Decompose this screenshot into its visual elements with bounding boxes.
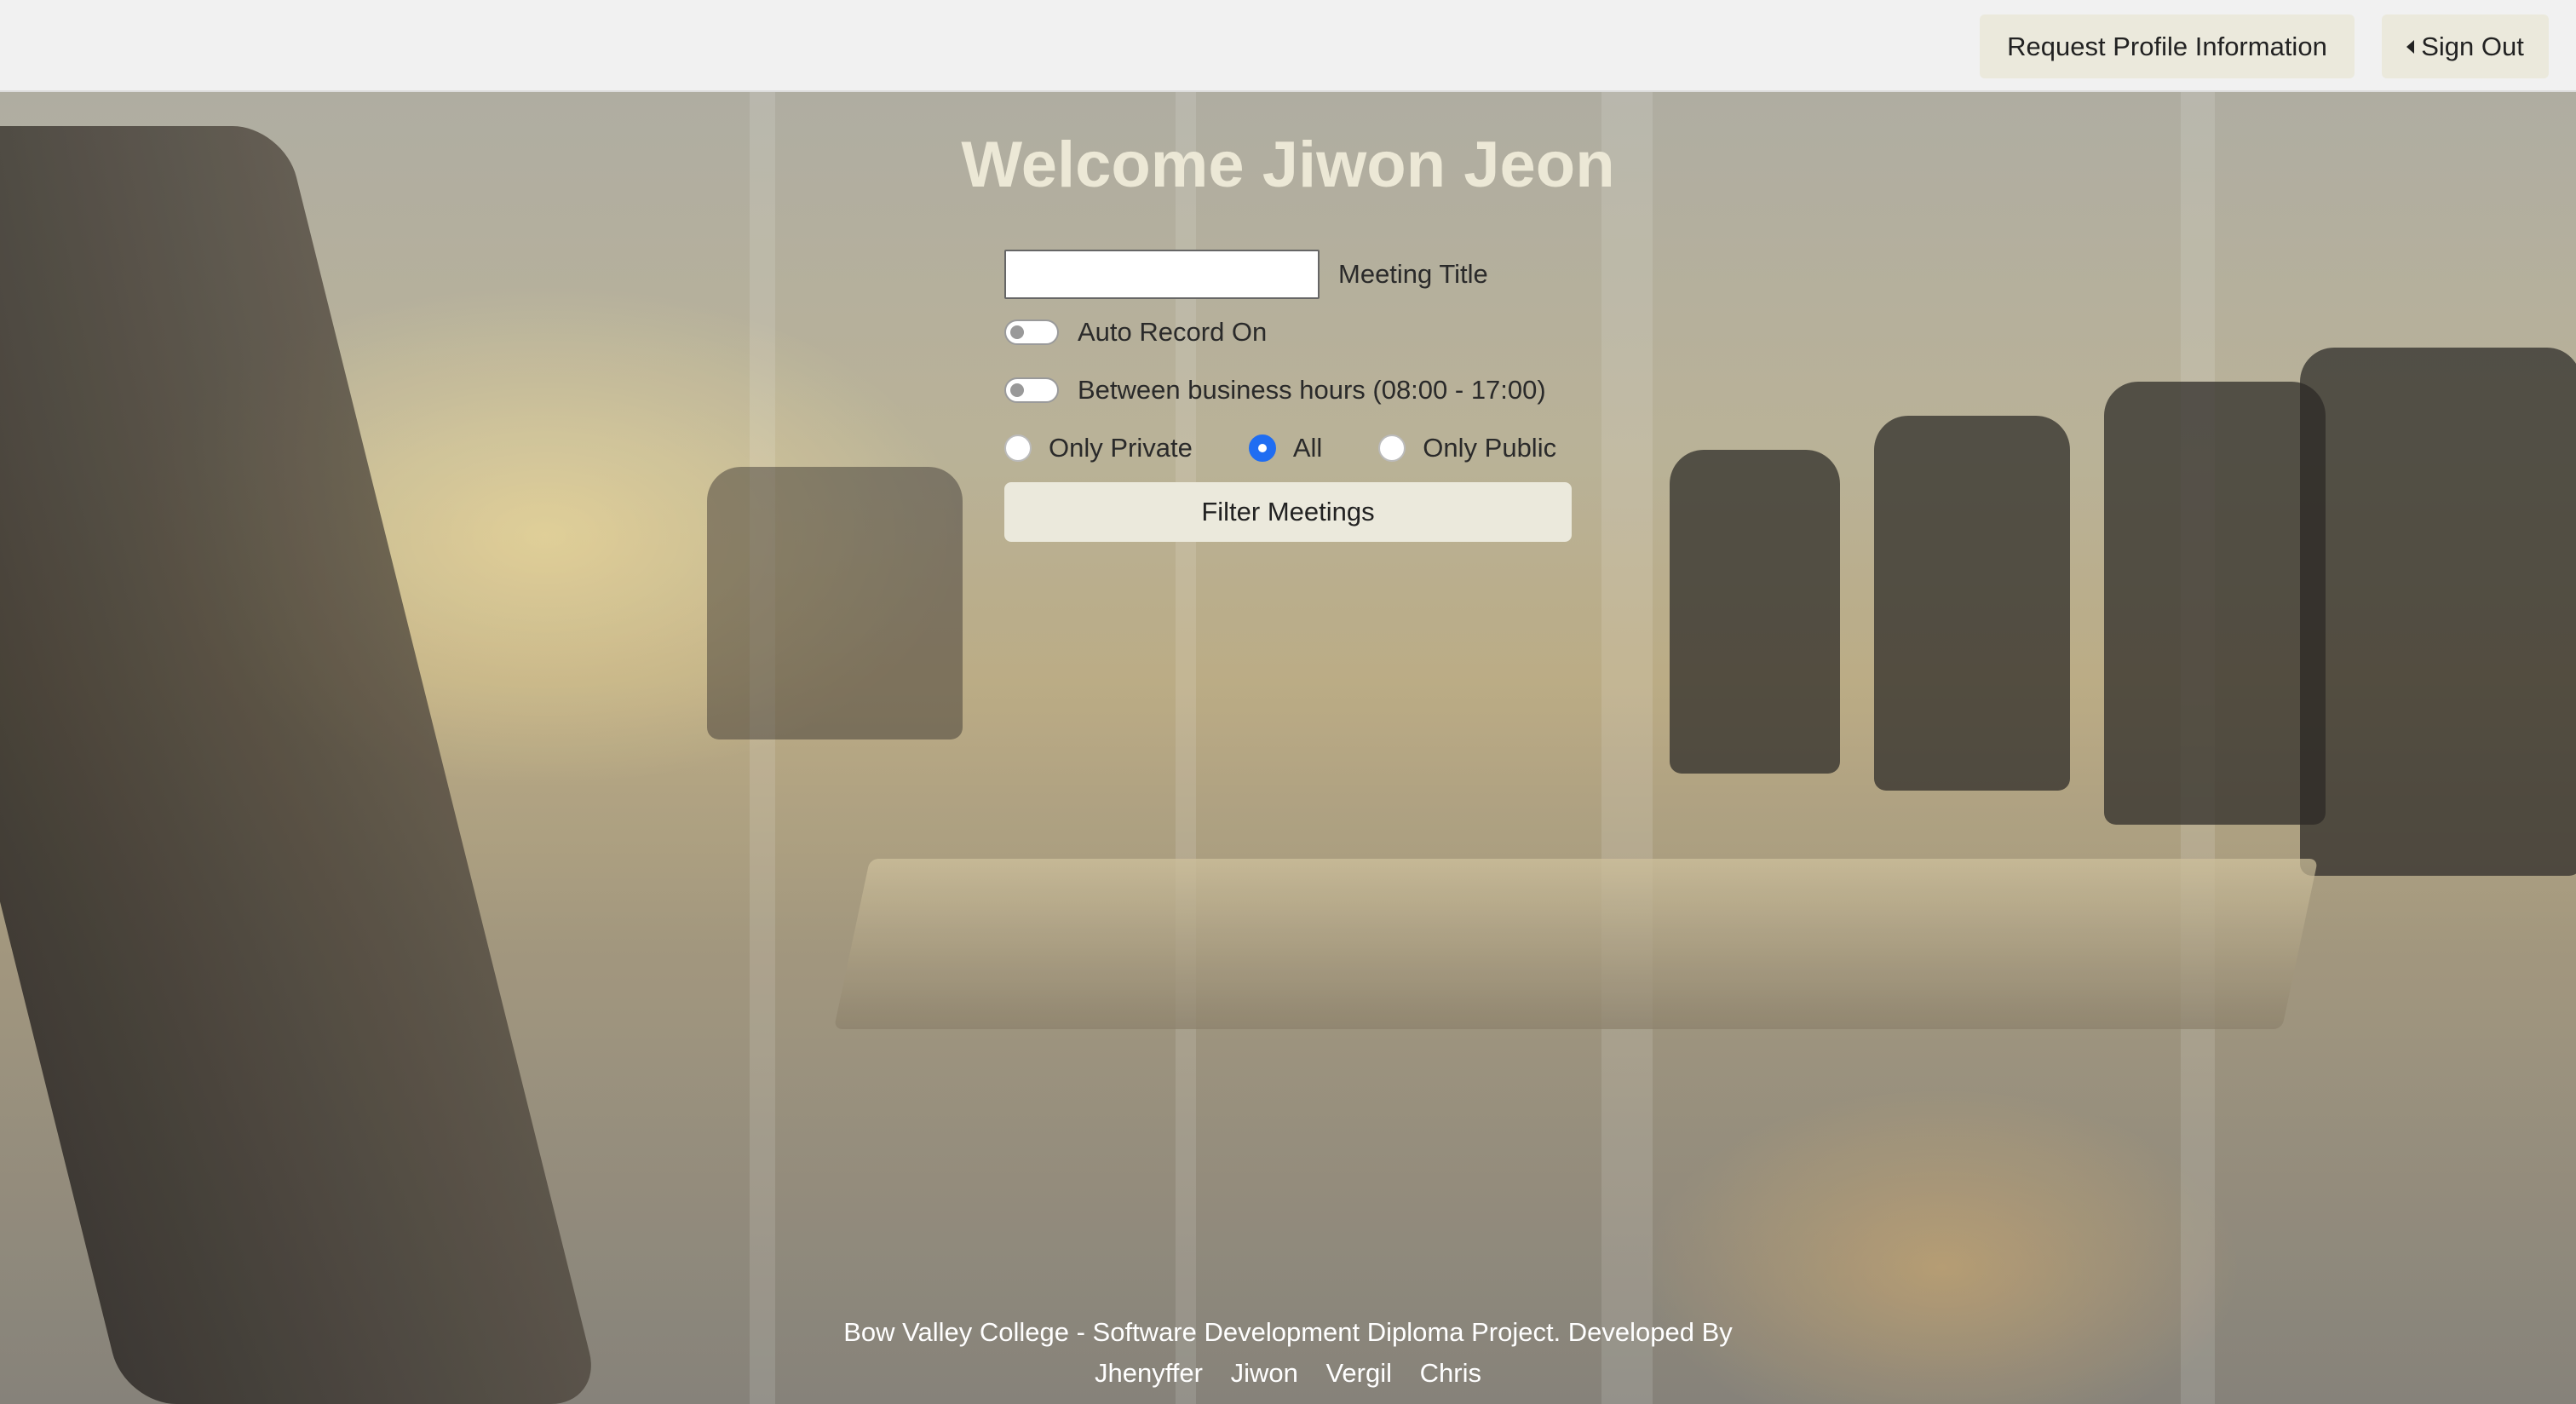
caret-left-icon — [2406, 39, 2415, 54]
auto-record-label: Auto Record On — [1078, 317, 1268, 347]
sign-out-button[interactable]: Sign Out — [2382, 14, 2549, 78]
footer-text: Bow Valley College - Software Developmen… — [843, 1317, 1733, 1347]
all-label: All — [1292, 433, 1323, 463]
footer: Bow Valley College - Software Developmen… — [0, 1312, 2576, 1394]
developer-names: Jhenyffer Jiwon Vergil Chris — [0, 1353, 2576, 1394]
only-public-radio[interactable] — [1378, 434, 1406, 462]
auto-record-toggle[interactable] — [1004, 319, 1059, 345]
welcome-heading: Welcome Jiwon Jeon — [961, 129, 1615, 201]
developer-name: Chris — [1419, 1358, 1481, 1388]
developer-name: Jiwon — [1230, 1358, 1298, 1388]
sign-out-label: Sign Out — [2421, 31, 2524, 61]
visibility-radio-group: Only Private All Only Public — [1004, 423, 1601, 474]
filter-meetings-button[interactable]: Filter Meetings — [1004, 482, 1572, 542]
business-hours-toggle[interactable] — [1004, 377, 1059, 403]
request-profile-button[interactable]: Request Profile Information — [1980, 14, 2355, 78]
hero-background: Welcome Jiwon Jeon Meeting Title Auto Re… — [0, 92, 2576, 1404]
all-radio[interactable] — [1248, 434, 1276, 462]
meeting-title-label: Meeting Title — [1338, 259, 1488, 289]
meeting-filter-form: Meeting Title Auto Record On Between bus… — [1004, 249, 1601, 542]
developer-name: Jhenyffer — [1095, 1358, 1203, 1388]
top-bar: Request Profile Information Sign Out — [0, 0, 2576, 92]
only-private-radio[interactable] — [1004, 434, 1032, 462]
meeting-title-input[interactable] — [1004, 250, 1320, 299]
only-private-label: Only Private — [1049, 433, 1193, 463]
only-public-label: Only Public — [1423, 433, 1557, 463]
developer-name: Vergil — [1325, 1358, 1393, 1388]
business-hours-label: Between business hours (08:00 - 17:00) — [1078, 375, 1546, 405]
